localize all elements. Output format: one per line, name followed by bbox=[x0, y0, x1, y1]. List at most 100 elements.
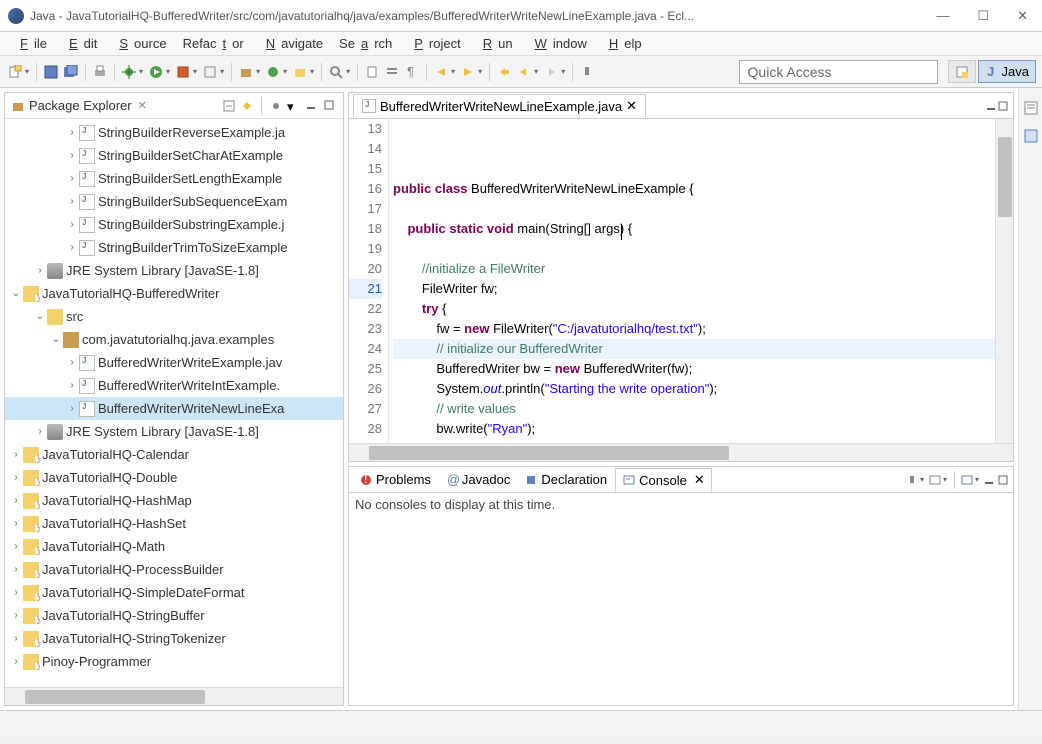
dropdown-icon[interactable]: ▾ bbox=[25, 67, 29, 76]
editor-body[interactable]: 13141516171819202122232425262728 public … bbox=[349, 119, 1013, 443]
menu-source[interactable]: Source bbox=[107, 34, 172, 53]
twisty-icon[interactable]: › bbox=[65, 357, 79, 368]
dropdown-icon[interactable]: ▾ bbox=[310, 67, 314, 76]
tree-item[interactable]: ›JavaTutorialHQ-Math bbox=[5, 535, 343, 558]
tree-item[interactable]: ›JavaTutorialHQ-HashSet bbox=[5, 512, 343, 535]
tab-javadoc[interactable]: @Javadoc bbox=[439, 469, 516, 490]
maximize-icon[interactable] bbox=[997, 100, 1009, 112]
dropdown-icon[interactable]: ▾ bbox=[561, 67, 565, 76]
package-explorer-tree[interactable]: ›StringBuilderReverseExample.ja ›StringBu… bbox=[5, 119, 343, 687]
menu-search[interactable]: Search bbox=[333, 34, 398, 53]
tree-item[interactable]: ›StringBuilderSetLengthExample bbox=[5, 167, 343, 190]
dropdown-icon[interactable]: ▾ bbox=[139, 67, 143, 76]
tree-item[interactable]: ⌄JavaTutorialHQ-BufferedWriter bbox=[5, 282, 343, 305]
tree-item[interactable]: ›StringBuilderSubSequenceExam bbox=[5, 190, 343, 213]
tree-item[interactable]: ›JavaTutorialHQ-SimpleDateFormat bbox=[5, 581, 343, 604]
close-icon[interactable]: ✕ bbox=[626, 98, 637, 114]
search-icon[interactable] bbox=[327, 63, 345, 81]
tree-item[interactable]: ›JRE System Library [JavaSE-1.8] bbox=[5, 420, 343, 443]
java-perspective-button[interactable]: JJava bbox=[978, 60, 1036, 83]
open-console-icon[interactable] bbox=[960, 473, 974, 487]
twisty-icon[interactable]: ⌄ bbox=[49, 334, 63, 345]
dropdown-icon[interactable]: ▾ bbox=[220, 67, 224, 76]
new-icon[interactable] bbox=[6, 63, 24, 81]
twisty-icon[interactable]: › bbox=[65, 127, 79, 138]
save-icon[interactable] bbox=[42, 63, 60, 81]
tree-item[interactable]: ›StringBuilderReverseExample.ja bbox=[5, 121, 343, 144]
dropdown-icon[interactable]: ▾ bbox=[256, 67, 260, 76]
tree-item[interactable]: ›JRE System Library [JavaSE-1.8] bbox=[5, 259, 343, 282]
run-last-icon[interactable] bbox=[174, 63, 192, 81]
tree-item[interactable]: ›Pinoy-Programmer bbox=[5, 650, 343, 673]
vertical-scrollbar[interactable] bbox=[995, 119, 1013, 443]
twisty-icon[interactable]: › bbox=[9, 610, 23, 621]
scrollbar-thumb[interactable] bbox=[25, 690, 205, 704]
link-editor-icon[interactable] bbox=[240, 99, 254, 113]
tree-item[interactable]: ›BufferedWriterWriteIntExample. bbox=[5, 374, 343, 397]
focus-task-icon[interactable] bbox=[269, 99, 283, 113]
maximize-button[interactable]: ☐ bbox=[971, 6, 995, 26]
scrollbar-thumb[interactable] bbox=[998, 137, 1012, 217]
menu-project[interactable]: Project bbox=[402, 34, 466, 53]
menu-edit[interactable]: Edit bbox=[57, 34, 103, 53]
quick-access-input[interactable] bbox=[739, 60, 938, 84]
prev-annotation-icon[interactable] bbox=[459, 63, 477, 81]
print-icon[interactable] bbox=[91, 63, 109, 81]
line-number-gutter[interactable]: 13141516171819202122232425262728 bbox=[349, 119, 389, 443]
toggle-mark-icon[interactable] bbox=[363, 63, 381, 81]
twisty-icon[interactable]: › bbox=[9, 472, 23, 483]
run-icon[interactable] bbox=[147, 63, 165, 81]
minimize-icon[interactable] bbox=[983, 474, 995, 486]
dropdown-icon[interactable]: ▾ bbox=[346, 67, 350, 76]
tree-item[interactable]: ›JavaTutorialHQ-Calendar bbox=[5, 443, 343, 466]
twisty-icon[interactable]: › bbox=[65, 219, 79, 230]
maximize-icon[interactable] bbox=[997, 474, 1009, 486]
twisty-icon[interactable]: › bbox=[65, 150, 79, 161]
back-icon[interactable] bbox=[515, 63, 533, 81]
outline-icon[interactable] bbox=[1023, 100, 1039, 116]
dropdown-icon[interactable]: ▾ bbox=[166, 67, 170, 76]
tree-item[interactable]: ›StringBuilderTrimToSizeExample bbox=[5, 236, 343, 259]
dropdown-icon[interactable]: ▾ bbox=[478, 67, 482, 76]
horizontal-scrollbar[interactable] bbox=[349, 443, 1013, 461]
twisty-icon[interactable]: › bbox=[9, 564, 23, 575]
open-perspective-button[interactable] bbox=[948, 60, 976, 83]
dropdown-icon[interactable]: ▾ bbox=[193, 67, 197, 76]
ext-tools-icon[interactable] bbox=[201, 63, 219, 81]
horizontal-scrollbar[interactable] bbox=[5, 687, 343, 705]
twisty-icon[interactable]: ⌄ bbox=[33, 311, 47, 322]
tree-item[interactable]: ›BufferedWriterWriteNewLineExa bbox=[5, 397, 343, 420]
new-class-icon[interactable] bbox=[264, 63, 282, 81]
show-whitespace-icon[interactable]: ¶ bbox=[403, 63, 421, 81]
dropdown-icon[interactable]: ▾ bbox=[451, 67, 455, 76]
menu-window[interactable]: Window bbox=[523, 34, 593, 53]
twisty-icon[interactable]: › bbox=[65, 403, 79, 414]
save-all-icon[interactable] bbox=[62, 63, 80, 81]
menu-help[interactable]: Help bbox=[597, 34, 648, 53]
collapse-all-icon[interactable] bbox=[222, 99, 236, 113]
menu-file[interactable]: File bbox=[8, 34, 53, 53]
tree-item[interactable]: ›JavaTutorialHQ-StringBuffer bbox=[5, 604, 343, 627]
display-console-icon[interactable] bbox=[928, 473, 942, 487]
task-list-icon[interactable] bbox=[1023, 128, 1039, 144]
close-button[interactable]: ✕ bbox=[1011, 6, 1034, 26]
twisty-icon[interactable]: › bbox=[9, 495, 23, 506]
tree-item[interactable]: ›StringBuilderSubstringExample.j bbox=[5, 213, 343, 236]
titlebar[interactable]: Java - JavaTutorialHQ-BufferedWriter/src… bbox=[0, 0, 1042, 32]
twisty-icon[interactable]: ⌄ bbox=[9, 288, 23, 299]
twisty-icon[interactable]: › bbox=[9, 656, 23, 667]
debug-icon[interactable] bbox=[120, 63, 138, 81]
new-package-icon[interactable] bbox=[237, 63, 255, 81]
close-icon[interactable]: ✕ bbox=[138, 99, 147, 112]
twisty-icon[interactable]: › bbox=[65, 196, 79, 207]
tab-console[interactable]: Console✕ bbox=[615, 468, 712, 492]
pin-icon[interactable] bbox=[578, 63, 596, 81]
tab-declaration[interactable]: Declaration bbox=[518, 469, 613, 490]
tree-item[interactable]: ›JavaTutorialHQ-StringTokenizer bbox=[5, 627, 343, 650]
menu-navigate[interactable]: Navigate bbox=[254, 34, 329, 53]
tree-item[interactable]: ›JavaTutorialHQ-ProcessBuilder bbox=[5, 558, 343, 581]
toggle-block-icon[interactable] bbox=[383, 63, 401, 81]
editor-tab[interactable]: BufferedWriterWriteNewLineExample.java ✕ bbox=[353, 94, 646, 117]
twisty-icon[interactable]: › bbox=[9, 449, 23, 460]
tree-item[interactable]: ›JavaTutorialHQ-HashMap bbox=[5, 489, 343, 512]
